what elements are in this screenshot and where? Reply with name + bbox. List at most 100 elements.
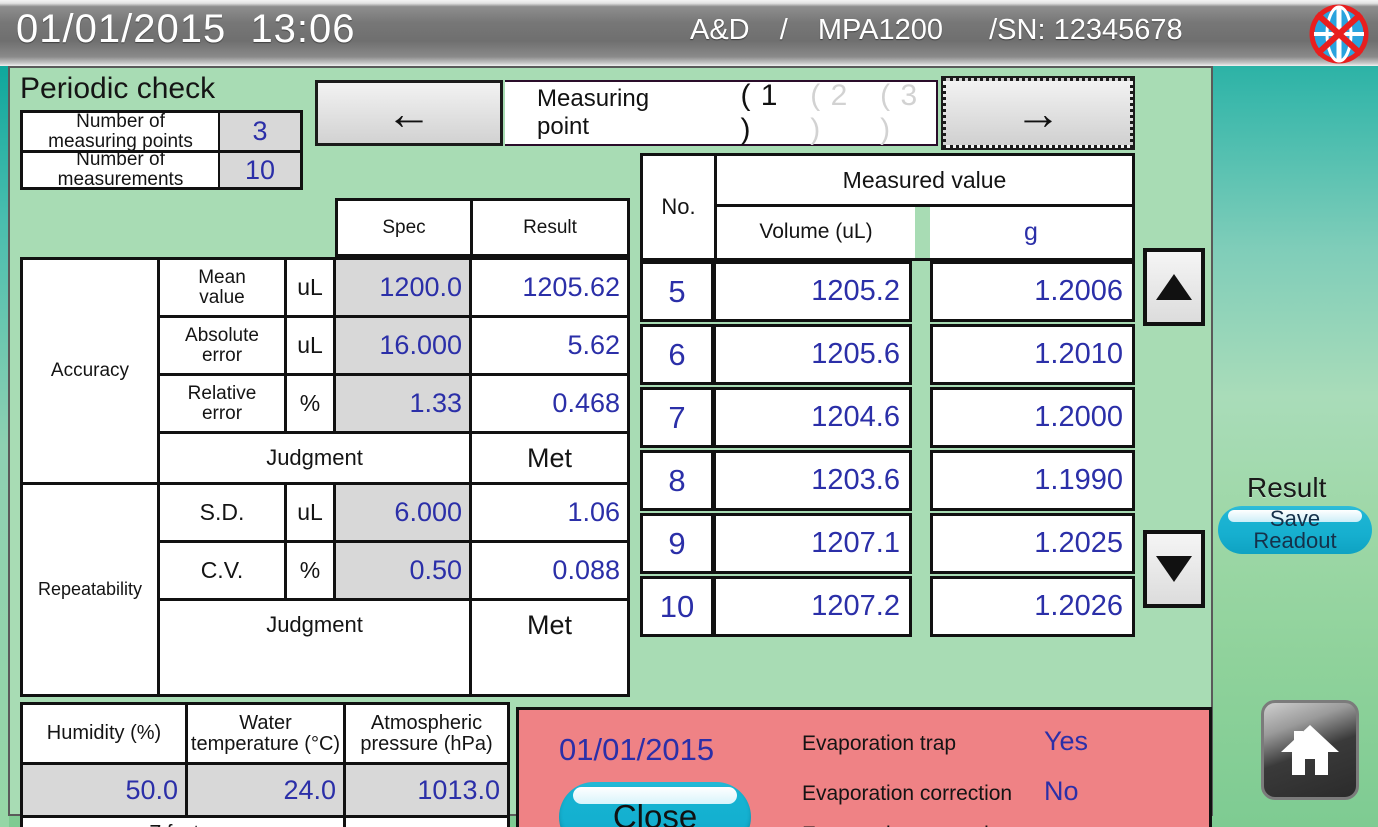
result-mean-value: 1205.62 — [522, 272, 620, 303]
scroll-up-button[interactable] — [1143, 248, 1205, 326]
result-absolute-error: 5.62 — [567, 330, 620, 361]
accuracy-repeatability-table: Accuracy Repeatability Mean value uL 120… — [20, 257, 630, 697]
measured-value-group-header: Measured value — [842, 166, 1007, 193]
close-button[interactable]: Close — [559, 782, 751, 827]
judgment-label-repeatability: Judgment — [266, 612, 363, 638]
row-unit-sd: uL — [297, 499, 323, 526]
divider-horizontal — [160, 598, 627, 601]
triangle-up-icon — [1156, 274, 1192, 300]
evaporation-correction-value: No — [1044, 776, 1079, 806]
group-label-repeatability: Repeatability — [37, 579, 143, 600]
evaporation-date: 01/01/2015 — [559, 732, 715, 767]
result-cv: 0.088 — [552, 555, 620, 586]
brand-text: A&D — [690, 14, 750, 46]
pressure-value[interactable]: 1013.0 — [346, 765, 507, 815]
measured-value-row: 9 1207.1 1.2025 — [640, 513, 1135, 574]
row-label-sd: S.D. — [199, 499, 245, 526]
pressure-header-line1: Atmospheric — [370, 711, 483, 734]
next-point-button[interactable]: → — [941, 76, 1135, 150]
spec-sd[interactable]: 6.000 — [336, 485, 469, 540]
g-column-header: g — [1024, 218, 1038, 247]
divider-horizontal — [160, 373, 627, 376]
save-label-line1: Save — [1269, 506, 1321, 531]
measured-row-number: 9 — [640, 513, 714, 574]
divider-horizontal — [160, 540, 627, 543]
measured-row-volume: 1204.6 — [714, 387, 912, 448]
divider-vertical — [469, 260, 472, 694]
judgment-value-repeatability: Met — [526, 609, 572, 640]
divider-vertical — [470, 201, 473, 254]
humidity-header: Humidity (%) — [46, 722, 162, 744]
result-label: Result — [1247, 472, 1327, 503]
divider-horizontal — [23, 762, 507, 765]
divider-vertical — [714, 156, 717, 258]
home-icon — [1281, 725, 1339, 775]
measurements-label: Number of measurements — [23, 149, 218, 190]
row-unit-mean-value: uL — [297, 274, 323, 301]
measurement-count-table: Number of measuring points 3 Number of m… — [20, 110, 303, 190]
divider-vertical — [333, 485, 336, 601]
points-label: Number of measuring points — [23, 111, 218, 151]
row-label-line2: error — [201, 402, 243, 424]
previous-point-button[interactable]: ← — [315, 80, 503, 146]
evaporation-panel: 01/01/2015 Close Evaporation trap Yes Ev… — [516, 707, 1212, 827]
divider-vertical — [218, 113, 220, 187]
water-temperature-header-line2: temperature (°C) — [190, 732, 341, 755]
row-label-relative-error: Relative error — [160, 376, 284, 431]
measurements-value[interactable]: 10 — [220, 153, 300, 187]
water-temperature-header-line1: Water — [239, 711, 292, 734]
measured-row-grams: 1.2010 — [930, 324, 1135, 385]
measured-row-number: 5 — [640, 261, 714, 322]
result-header: Result — [523, 216, 577, 238]
judgment-label-accuracy: Judgment — [266, 445, 363, 471]
measurements-label-line1: Number of — [76, 149, 165, 171]
measuring-point-active[interactable]: ( 1 ) — [740, 79, 796, 147]
evaporation-trap-label: Evaporation trap — [802, 732, 957, 755]
scroll-down-button[interactable] — [1143, 530, 1205, 608]
measured-row-volume: 1205.6 — [714, 324, 912, 385]
save-readout-button[interactable]: Save Readout — [1218, 506, 1372, 554]
spec-header: Spec — [382, 216, 426, 238]
row-unit-cv: % — [299, 557, 321, 584]
z-factor-label: Z factor (conversion factor) — [23, 818, 343, 827]
evaporation-correction-amount-line1: Evaporation correction — [802, 823, 1012, 827]
water-temperature-value[interactable]: 24.0 — [188, 765, 343, 815]
measured-row-grams: 1.2000 — [930, 387, 1135, 448]
volume-column-header: Volume (uL) — [759, 220, 873, 244]
save-label-line2: Readout — [1253, 528, 1337, 553]
humidity-value[interactable]: 50.0 — [23, 765, 185, 815]
datetime-display: 01/01/2015 13:06 — [16, 7, 356, 52]
z-factor-value: 1.0038 — [346, 818, 507, 827]
divider-horizontal — [160, 431, 627, 434]
device-identity: A&D / MPA1200 /SN: 12345678 — [690, 14, 1183, 47]
measured-row-number: 10 — [640, 576, 714, 637]
spec-absolute-error[interactable]: 16.000 — [336, 318, 469, 373]
measuring-point-3[interactable]: ( 3 ) — [880, 79, 936, 147]
spec-relative-error[interactable]: 1.33 — [336, 376, 469, 431]
spec-cv[interactable]: 0.50 — [336, 543, 469, 598]
divider-vertical — [157, 260, 160, 694]
divider-vertical — [185, 705, 188, 815]
measured-row-number: 6 — [640, 324, 714, 385]
column-gap — [915, 207, 930, 258]
spec-mean-value[interactable]: 1200.0 — [336, 260, 469, 315]
measured-row-grams: 1.2025 — [930, 513, 1135, 574]
divider-vertical — [333, 260, 336, 434]
points-value[interactable]: 3 — [220, 113, 300, 150]
close-button-label: Close — [612, 798, 698, 827]
serial-text: /SN: 12345678 — [989, 14, 1183, 46]
evaporation-correction-label: Evaporation correction — [802, 782, 1013, 805]
measuring-point-2[interactable]: ( 2 ) — [810, 79, 866, 147]
measured-row-volume: 1207.2 — [714, 576, 912, 637]
identity-separator: / — [779, 14, 788, 46]
home-button[interactable] — [1261, 700, 1359, 800]
arrow-left-icon: ← — [386, 87, 432, 139]
measured-value-row: 10 1207.2 1.2026 — [640, 576, 1135, 637]
triangle-down-icon — [1156, 556, 1192, 582]
row-label-line2: value — [199, 286, 245, 308]
periodic-check-panel: Periodic check Number of measuring point… — [8, 66, 1213, 827]
spec-result-header: Spec Result — [335, 198, 630, 257]
row-label-cv: C.V. — [200, 557, 244, 584]
measured-row-volume: 1207.1 — [714, 513, 912, 574]
measured-value-row: 5 1205.2 1.2006 — [640, 261, 1135, 322]
